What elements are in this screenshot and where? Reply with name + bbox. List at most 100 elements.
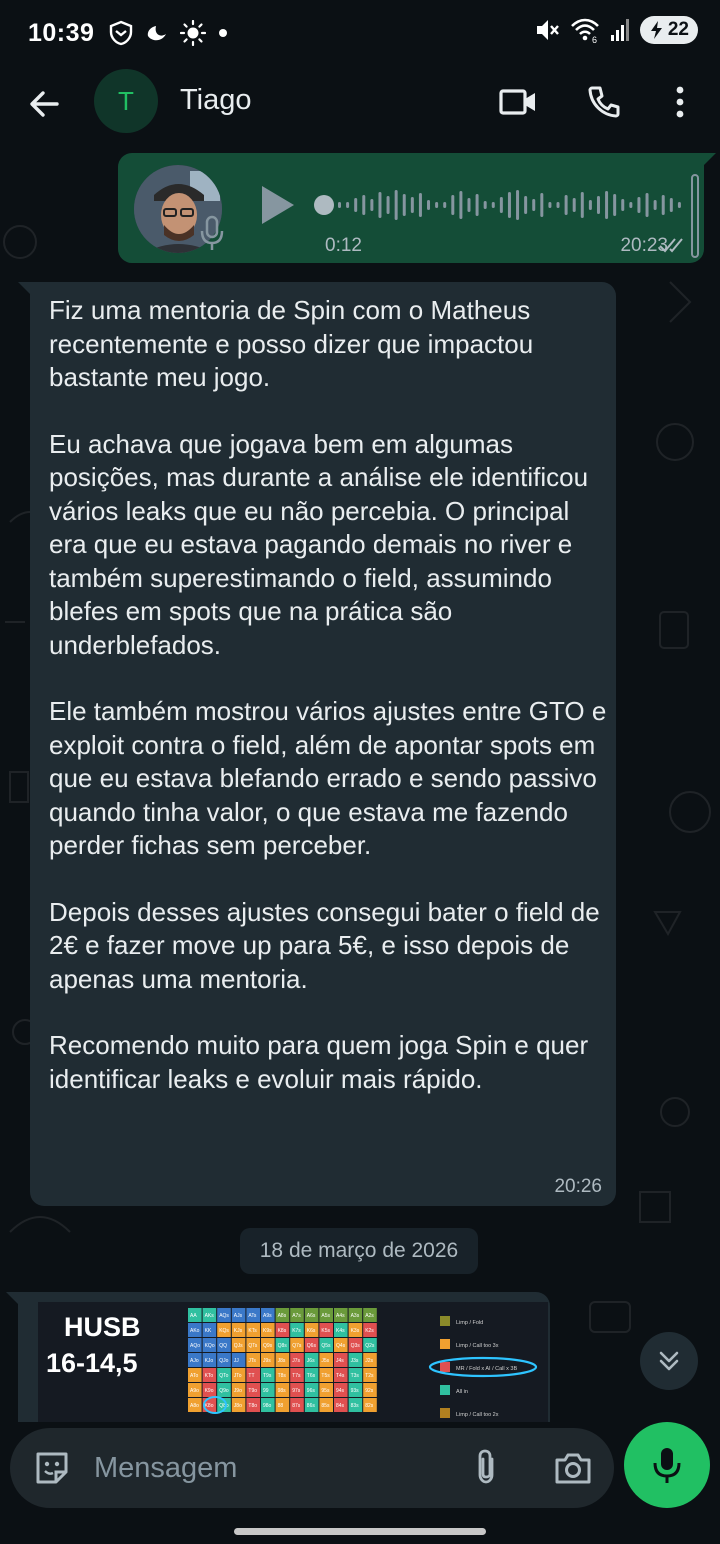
waveform-bar — [645, 193, 649, 217]
battery-level: 22 — [667, 19, 689, 40]
range-cell-label: ATs — [248, 1313, 256, 1319]
waveform-bar — [467, 198, 471, 212]
play-icon[interactable] — [258, 183, 296, 227]
range-cell-label: QTs — [248, 1343, 257, 1349]
waveform-bar — [548, 202, 552, 208]
waveform-bar — [516, 190, 520, 220]
voice-record-button[interactable] — [624, 1422, 710, 1508]
image-message-bubble[interactable]: HUSB 16-14,5 AA AKs AQs AJs ATs A9s A8s A7s A6s A… — [6, 1292, 550, 1422]
waveform-bar — [443, 202, 447, 208]
waveform-bar — [491, 202, 495, 208]
date-divider-label: 18 de março de 2026 — [259, 1239, 459, 1262]
range-cell-label: J8o — [234, 1403, 242, 1409]
voice-mic-icon — [200, 215, 224, 250]
scrollbar-thumb[interactable] — [691, 174, 699, 258]
legend-label: Limp / Call too 3x — [456, 1343, 499, 1349]
range-cell-label: 98s — [278, 1388, 287, 1394]
voice-message-bubble[interactable]: 0:12 20:23 — [118, 153, 716, 263]
message-paragraph: Fiz uma mentoria de Spin com o Matheus r… — [49, 295, 534, 392]
emoji-sticker-icon[interactable] — [32, 1448, 72, 1488]
range-cell-label: KQs — [219, 1328, 229, 1334]
waveform-bar — [475, 194, 479, 216]
contact-name[interactable]: Tiago — [180, 84, 251, 117]
double-chevron-down-icon — [659, 1351, 679, 1371]
voice-call-button[interactable] — [582, 80, 626, 124]
range-legend: Limp / Fold Limp / Call too 3x MR / Fold x… — [428, 1316, 538, 1418]
range-cell-label: AJs — [234, 1313, 243, 1319]
chat-header: T Tiago — [0, 66, 720, 152]
scroll-to-bottom-button[interactable] — [640, 1332, 698, 1390]
range-cell-label: K9o — [205, 1388, 214, 1394]
waveform-bar — [596, 196, 600, 214]
waveform-bar — [418, 193, 422, 217]
range-cell-label: AQo — [190, 1343, 200, 1349]
range-cell-label: ATo — [190, 1373, 198, 1379]
range-cell-label: A9o — [190, 1388, 199, 1394]
waveform-bar — [540, 193, 544, 217]
chat-area[interactable]: 0:12 20:23 Fiz uma mentoria de Spin com … — [0, 152, 720, 1422]
range-cell-label: A8s — [278, 1313, 287, 1319]
range-cell-label: K8s — [278, 1328, 287, 1334]
legend-swatch — [440, 1362, 450, 1372]
mute-icon — [536, 20, 559, 40]
range-chart-image[interactable]: HUSB 16-14,5 AA AKs AQs AJs ATs A9s A8s A7s A6s A… — [38, 1302, 548, 1422]
range-cell-label: J9s — [263, 1358, 271, 1364]
range-cell-label: AJo — [190, 1358, 199, 1364]
range-cell-label: JJ — [234, 1358, 240, 1364]
dot-icon — [219, 29, 228, 37]
navigation-bar — [0, 1512, 720, 1544]
message-input[interactable] — [94, 1448, 454, 1488]
contact-avatar[interactable]: T — [94, 69, 158, 133]
wifi-icon: 6 — [570, 18, 599, 44]
attachment-icon[interactable] — [470, 1447, 502, 1487]
range-cell-label: Q3s — [351, 1343, 361, 1349]
waveform-bar — [580, 192, 584, 218]
signal-icon — [610, 19, 629, 41]
waveform-bar — [483, 201, 487, 209]
range-cell-label: QJo — [219, 1358, 228, 1364]
range-cell-label: AKo — [190, 1328, 200, 1334]
waveform-bar — [427, 200, 431, 210]
waveform-bar — [354, 198, 358, 212]
range-cell-label: A8o — [190, 1403, 199, 1409]
read-receipt-icon — [659, 238, 683, 253]
range-cell-label: Q9o — [219, 1388, 229, 1394]
camera-icon[interactable] — [553, 1448, 593, 1488]
range-cell-label: QTo — [219, 1373, 228, 1379]
range-cell-label: Q7s — [292, 1343, 302, 1349]
home-gesture-handle[interactable] — [234, 1528, 486, 1535]
waveform-bar — [556, 202, 560, 208]
range-cell-label: T4s — [336, 1373, 345, 1379]
range-cell-label: T3s — [351, 1373, 360, 1379]
range-cell-label: 92s — [365, 1388, 374, 1394]
range-cell-label: Q4s — [336, 1343, 346, 1349]
range-cell-label: KK — [205, 1328, 212, 1334]
back-button[interactable] — [24, 84, 64, 124]
waveform-bar — [378, 192, 382, 218]
range-cell-label: Q2s — [365, 1343, 375, 1349]
legend-swatch — [440, 1408, 450, 1418]
waveform-bar — [402, 194, 406, 216]
text-message-bubble[interactable]: Fiz uma mentoria de Spin com o Matheus r… — [18, 282, 616, 1206]
range-cell-label: T6s — [307, 1373, 316, 1379]
range-cell-label: 95s — [321, 1388, 330, 1394]
legend-label: MR / Fold x AI / Call x 3B — [456, 1366, 517, 1372]
range-cell-label: JTs — [248, 1358, 256, 1364]
voice-duration: 0:12 — [325, 235, 362, 256]
range-cell-label: AKs — [205, 1313, 215, 1319]
audio-waveform[interactable] — [314, 187, 684, 223]
more-options-button[interactable] — [658, 80, 702, 124]
video-call-button[interactable] — [496, 80, 540, 124]
range-cell-label: J4s — [336, 1358, 344, 1364]
microphone-icon — [653, 1448, 681, 1483]
waveform-bar — [661, 195, 665, 215]
waveform-bar — [532, 199, 536, 211]
range-cell-label: KQo — [205, 1343, 215, 1349]
range-cell-label: A4s — [336, 1313, 345, 1319]
waveform-bar — [524, 196, 528, 214]
message-paragraph: Ele também mostrou vários ajustes entre … — [49, 696, 607, 860]
range-cell-label: KJs — [234, 1328, 243, 1334]
waveform-bar — [613, 194, 617, 216]
waveform-bar — [669, 198, 673, 212]
range-cell-label: A3s — [351, 1313, 360, 1319]
